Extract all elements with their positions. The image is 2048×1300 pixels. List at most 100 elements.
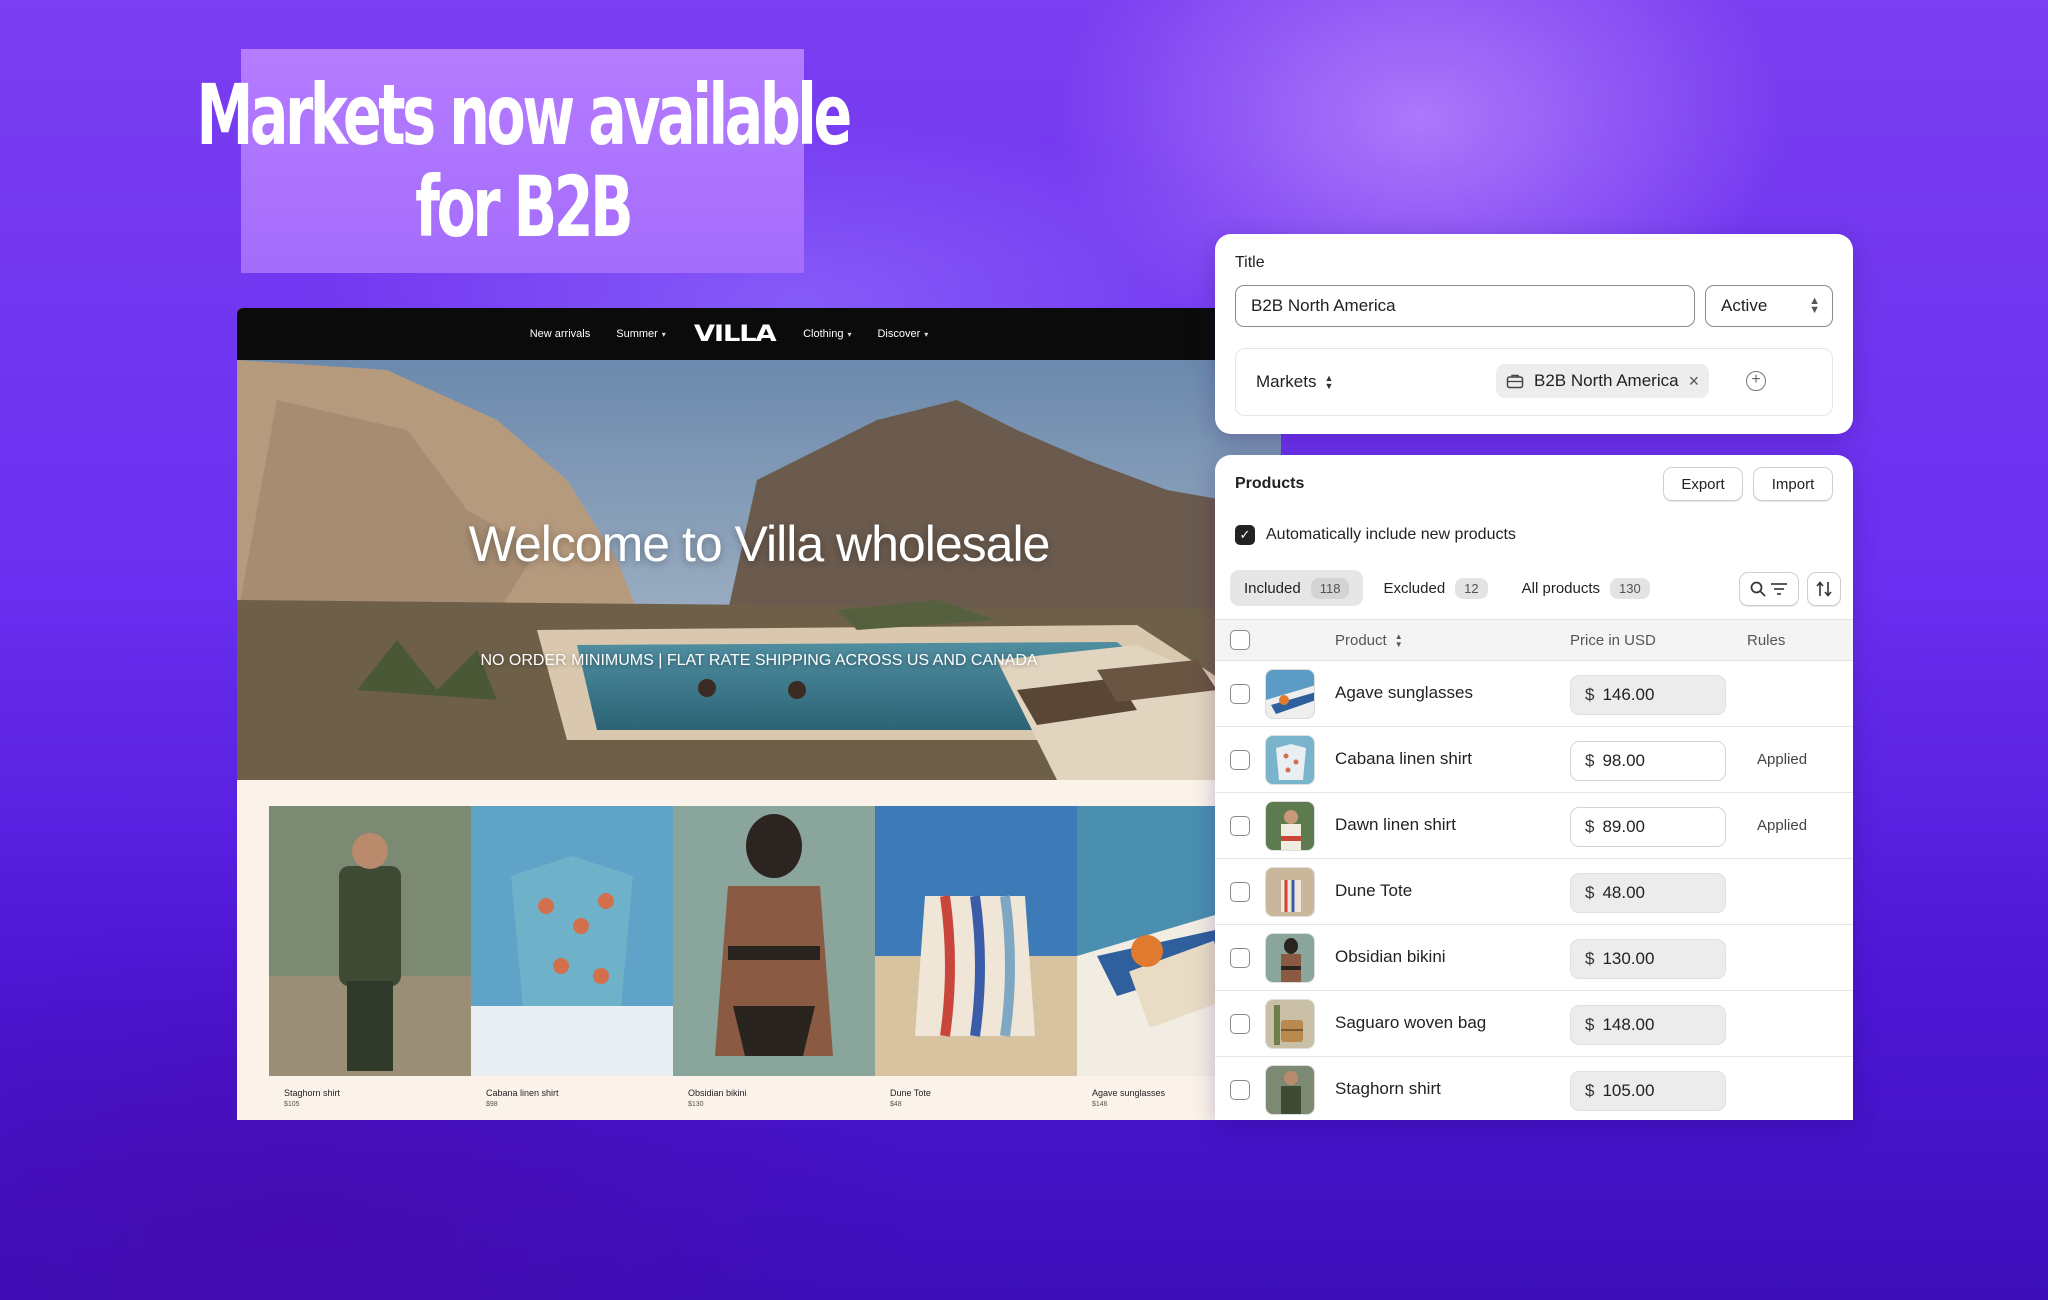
product-price: $130 [688, 1101, 704, 1108]
table-row[interactable]: Saguaro woven bag $148.00 [1215, 991, 1853, 1057]
headline-line-2: for B2B [414, 158, 634, 256]
row-checkbox[interactable] [1230, 816, 1250, 836]
table-header: Product ▲ ▼ Price in USD Rules [1215, 619, 1853, 661]
tab-count: 118 [1310, 577, 1350, 599]
column-product[interactable]: Product ▲ ▼ [1335, 632, 1403, 649]
chevron-up-down-icon: ▲ ▼ [1324, 373, 1334, 391]
price-value: 146.00 [1602, 685, 1655, 704]
products-header: Products [1235, 475, 1305, 492]
row-checkbox[interactable] [1230, 882, 1250, 902]
column-price: Price in USD [1570, 632, 1656, 649]
nav-new-arrivals[interactable]: New arrivals [530, 328, 591, 340]
currency-symbol: $ [1585, 751, 1595, 770]
price-input[interactable]: $105.00 [1570, 1071, 1726, 1111]
product-price: $105 [284, 1101, 300, 1108]
headline-banner: Markets now available for B2B [196, 49, 852, 273]
currency-symbol: $ [1585, 685, 1595, 704]
title-input[interactable]: B2B North America [1235, 285, 1695, 327]
product-thumbnail [1265, 933, 1315, 983]
product-card[interactable]: Dune Tote $48 [875, 806, 1077, 1108]
hero-title: Welcome to Villa wholesale [468, 516, 1051, 572]
price-input[interactable]: $89.00 [1570, 807, 1726, 847]
hero-banner: Welcome to Villa wholesale NO ORDER MINI… [237, 360, 1281, 780]
export-button[interactable]: Export [1663, 467, 1743, 501]
product-name: Dawn linen shirt [1335, 815, 1456, 834]
nav-new-arrivals-label: New arrivals [529, 328, 591, 340]
product-thumbnail [1265, 999, 1315, 1049]
briefcase-icon [1506, 374, 1524, 389]
rule-status: Applied [1757, 751, 1808, 768]
product-strip: Staghorn shirt $105 Cabana linen shirt $… [269, 806, 1279, 1108]
table-row[interactable]: Dune Tote $48.00 [1215, 859, 1853, 925]
tab-count: 130 [1610, 577, 1650, 599]
product-thumbnail [1265, 735, 1315, 785]
select-all-checkbox[interactable] [1230, 630, 1250, 650]
row-checkbox[interactable] [1230, 750, 1250, 770]
add-circle-icon[interactable]: + [1746, 371, 1766, 391]
search-filter-button[interactable] [1739, 572, 1799, 606]
markets-sort[interactable]: Markets ▲ ▼ [1256, 372, 1333, 392]
column-product-label: Product [1335, 632, 1387, 649]
product-price: $98 [486, 1101, 498, 1108]
table-row[interactable]: Agave sunglasses $146.00 [1215, 661, 1853, 727]
close-icon[interactable]: × [1689, 371, 1700, 392]
table-row[interactable]: Cabana linen shirt $98.00 Applied [1215, 727, 1853, 793]
nav-clothing-label: Clothing [803, 328, 844, 340]
price-input[interactable]: $48.00 [1570, 873, 1726, 913]
product-name: Cabana linen shirt [486, 1088, 559, 1098]
nav-discover[interactable]: Discover ▾ [877, 328, 928, 340]
price-input[interactable]: $130.00 [1570, 939, 1726, 979]
row-checkbox[interactable] [1230, 1080, 1250, 1100]
product-name: Staghorn shirt [284, 1088, 341, 1098]
tab-count: 12 [1455, 577, 1488, 599]
nav-summer-label: Summer [616, 328, 658, 340]
price-input[interactable]: $146.00 [1570, 675, 1726, 715]
product-card[interactable]: Staghorn shirt $105 [269, 806, 471, 1108]
hero-subtitle: NO ORDER MINIMUMS | FLAT RATE SHIPPING A… [480, 652, 1038, 669]
rule-status: Applied [1757, 817, 1808, 834]
row-checkbox[interactable] [1230, 1014, 1250, 1034]
price-input[interactable]: $98.00 [1570, 741, 1726, 781]
price-input[interactable]: $148.00 [1570, 1005, 1726, 1045]
product-name: Dune Tote [1335, 881, 1413, 900]
villa-logo[interactable]: VILLA [681, 322, 788, 347]
product-name: Saguaro woven bag [1335, 1013, 1487, 1032]
nav-discover-label: Discover [877, 328, 921, 340]
tab-label: Included [1244, 579, 1301, 597]
product-price: $48 [890, 1101, 902, 1108]
row-checkbox[interactable] [1230, 684, 1250, 704]
table-row[interactable]: Dawn linen shirt $89.00 Applied [1215, 793, 1853, 859]
tab-all-products[interactable]: All products 130 [1508, 570, 1664, 606]
product-name: Staghorn shirt [1335, 1079, 1441, 1098]
column-rules: Rules [1747, 632, 1786, 649]
product-image [673, 806, 875, 1076]
product-thumbnail [1265, 669, 1315, 719]
currency-symbol: $ [1585, 1081, 1595, 1100]
currency-symbol: $ [1585, 817, 1595, 836]
product-name: Cabana linen shirt [1335, 749, 1473, 768]
markets-row: Markets ▲ ▼ B2B North America × + [1235, 348, 1833, 416]
nav-clothing[interactable]: Clothing ▾ [803, 328, 851, 340]
tab-label: All products [1521, 579, 1601, 597]
chevron-up-down-icon: ▲ ▼ [1394, 631, 1403, 649]
tab-excluded[interactable]: Excluded 12 [1369, 570, 1501, 606]
products-card: Products Export Import ✓ Automatically i… [1215, 455, 1853, 1120]
auto-include-checkbox[interactable]: ✓ [1235, 525, 1255, 545]
storefront-preview: New arrivals Summer ▾ VILLA Clothing ▾ Dis… [237, 308, 1281, 1120]
auto-include-label: Automatically include new products [1266, 526, 1516, 543]
title-card: Title B2B North America Active ▲ ▼ Market… [1215, 234, 1853, 434]
product-thumbnail [1265, 1065, 1315, 1115]
table-row[interactable]: Staghorn shirt $105.00 [1215, 1057, 1853, 1120]
status-select[interactable]: Active ▲ ▼ [1705, 285, 1833, 327]
product-card[interactable]: Cabana linen shirt $98 [471, 806, 673, 1108]
sort-button[interactable] [1807, 572, 1841, 606]
product-name: Obsidian bikini [1335, 947, 1446, 966]
product-card[interactable]: Obsidian bikini $130 [673, 806, 875, 1108]
headline-text: Markets now available for B2B [196, 69, 852, 256]
tab-included[interactable]: Included 118 [1230, 570, 1364, 606]
row-checkbox[interactable] [1230, 948, 1250, 968]
nav-summer[interactable]: Summer ▾ [616, 328, 666, 340]
chevron-down-icon: ▾ [661, 329, 666, 339]
table-row[interactable]: Obsidian bikini $130.00 [1215, 925, 1853, 991]
import-button[interactable]: Import [1753, 467, 1833, 501]
